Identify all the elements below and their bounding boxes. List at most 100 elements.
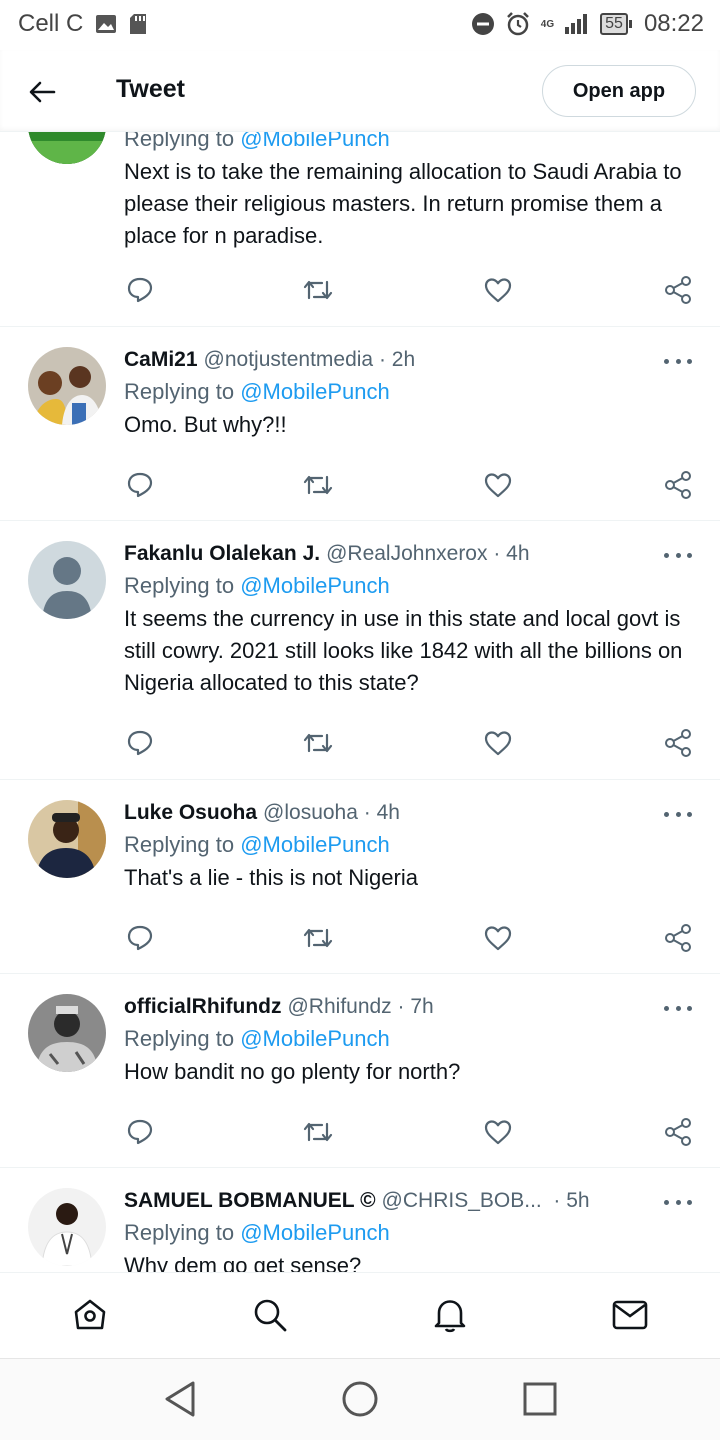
author-name[interactable]: officialRhifundz	[124, 992, 281, 1022]
author-handle[interactable]: @CHRIS_BOB...	[382, 1186, 542, 1216]
like-button[interactable]	[482, 1116, 514, 1148]
reply-icon	[127, 1119, 153, 1145]
retweet-button[interactable]	[302, 922, 334, 954]
retweet-icon	[303, 475, 333, 495]
avatar[interactable]	[28, 347, 106, 425]
tweet-actions	[124, 274, 696, 314]
more-icon	[664, 1005, 669, 1011]
more-options-button[interactable]	[664, 1192, 692, 1212]
author-handle[interactable]: @RealJohnxerox	[326, 539, 487, 569]
tweet-time: · 7h	[397, 995, 434, 1018]
more-options-button[interactable]	[664, 351, 692, 371]
author-name[interactable]: CaMi21	[124, 345, 198, 375]
share-button[interactable]	[662, 1116, 694, 1148]
like-button[interactable]	[482, 727, 514, 759]
back-button[interactable]	[22, 72, 62, 112]
signal-icon	[565, 14, 588, 34]
open-app-button[interactable]: Open app	[542, 65, 696, 117]
mention-link[interactable]: @MobilePunch	[240, 1220, 390, 1245]
share-button[interactable]	[662, 469, 694, 501]
bell-icon	[434, 1300, 466, 1333]
tweet[interactable]: Replying to @MobilePunch Next is to take…	[0, 132, 720, 327]
share-icon	[665, 276, 691, 304]
mention-link[interactable]: @MobilePunch	[240, 832, 390, 857]
tweet[interactable]: officialRhifundz @Rhifundz · 7h Replying …	[0, 974, 720, 1168]
tweet-text: Omo. But why?!!	[124, 412, 287, 437]
avatar[interactable]	[28, 132, 106, 164]
author-name[interactable]: Luke Osuoha	[124, 798, 257, 828]
nav-search[interactable]	[250, 1295, 290, 1335]
tweet-time: · 5h	[553, 1189, 590, 1212]
more-icon	[664, 358, 669, 364]
replying-to: Replying to @MobilePunch	[124, 1026, 390, 1051]
tweet-actions	[124, 469, 696, 509]
replying-to: Replying to @MobilePunch	[124, 1220, 390, 1245]
system-back-button[interactable]	[160, 1379, 200, 1419]
reply-button[interactable]	[124, 727, 156, 759]
mention-link[interactable]: @MobilePunch	[240, 1026, 390, 1051]
retweet-button[interactable]	[302, 1116, 334, 1148]
more-options-button[interactable]	[664, 545, 692, 565]
share-icon	[665, 924, 691, 952]
like-button[interactable]	[482, 274, 514, 306]
share-button[interactable]	[662, 274, 694, 306]
avatar[interactable]	[28, 800, 106, 878]
tweet[interactable]: SAMUEL BOBMANUEL © @CHRIS_BOB... · 5h Rep…	[0, 1168, 720, 1272]
replies-feed[interactable]: Replying to @MobilePunch Next is to take…	[0, 132, 720, 1272]
share-button[interactable]	[662, 922, 694, 954]
tweet-actions	[124, 922, 696, 962]
more-options-button[interactable]	[664, 998, 692, 1018]
system-home-button[interactable]	[340, 1379, 380, 1419]
carrier-label: Cell C	[18, 10, 84, 37]
tweet-text: It seems the currency in use in this sta…	[124, 606, 683, 695]
author-handle[interactable]: @Rhifundz	[287, 992, 391, 1022]
clock: 08:22	[643, 10, 704, 37]
mention-link[interactable]: @MobilePunch	[240, 132, 390, 151]
share-icon	[665, 729, 691, 757]
like-button[interactable]	[482, 922, 514, 954]
nav-home[interactable]	[70, 1295, 110, 1335]
tweet[interactable]: Fakanlu Olalekan J. @RealJohnxerox · 4h R…	[0, 521, 720, 780]
retweet-button[interactable]	[302, 727, 334, 759]
avatar[interactable]	[28, 1188, 106, 1266]
triangle-back-icon	[165, 1381, 195, 1417]
retweet-icon	[303, 1122, 333, 1142]
sd-card-icon	[130, 14, 147, 34]
author-name[interactable]: Fakanlu Olalekan J.	[124, 539, 320, 569]
author-name[interactable]: SAMUEL BOBMANUEL ©	[124, 1186, 376, 1216]
reply-button[interactable]	[124, 274, 156, 306]
mention-link[interactable]: @MobilePunch	[240, 573, 390, 598]
avatar[interactable]	[28, 994, 106, 1072]
mention-link[interactable]: @MobilePunch	[240, 379, 390, 404]
avatar[interactable]	[28, 541, 106, 619]
reply-button[interactable]	[124, 1116, 156, 1148]
reply-button[interactable]	[124, 922, 156, 954]
more-options-button[interactable]	[664, 804, 692, 824]
like-icon	[484, 1120, 512, 1145]
like-icon	[484, 731, 512, 756]
reply-icon	[127, 277, 153, 303]
share-icon	[665, 1118, 691, 1146]
tweet-header: SAMUEL BOBMANUEL © @CHRIS_BOB... · 5h	[124, 1186, 696, 1216]
author-handle[interactable]: @notjustentmedia	[204, 345, 374, 375]
battery-indicator: 55	[600, 13, 632, 35]
reply-button[interactable]	[124, 469, 156, 501]
mail-icon	[612, 1300, 648, 1330]
alarm-icon	[506, 12, 529, 36]
retweet-button[interactable]	[302, 469, 334, 501]
retweet-button[interactable]	[302, 274, 334, 306]
tweet-text: Next is to take the remaining allocation…	[124, 159, 682, 248]
nav-messages[interactable]	[610, 1295, 650, 1335]
page-title: Tweet	[116, 75, 185, 103]
like-button[interactable]	[482, 469, 514, 501]
like-icon	[484, 278, 512, 303]
author-handle[interactable]: @losuoha	[263, 798, 358, 828]
share-button[interactable]	[662, 727, 694, 759]
system-recents-button[interactable]	[520, 1379, 560, 1419]
tweet-text: Why dem go get sense?	[124, 1253, 362, 1272]
nav-notifications[interactable]	[430, 1295, 470, 1335]
tweet-time: · 2h	[378, 348, 416, 371]
tweet[interactable]: CaMi21 @notjustentmedia · 2h Replying to …	[0, 327, 720, 521]
tweet[interactable]: Luke Osuoha @losuoha · 4h Replying to @Mo…	[0, 780, 720, 974]
more-icon	[664, 1199, 669, 1205]
